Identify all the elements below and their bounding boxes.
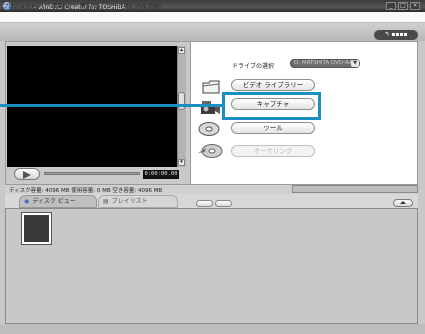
scroll-thumb[interactable] [178,92,185,110]
close-icon[interactable]: × [410,2,420,10]
burn-disc-icon [197,143,223,159]
timecode-display: 0:00:00.00 [143,170,179,179]
capture-highlight-frame [222,92,321,120]
seek-bar[interactable] [44,172,140,175]
drive-select-value: D: MATSHITA DVD-RAM [294,60,358,66]
menu-view[interactable]: 表示(V) [80,2,99,10]
toolbar-band [0,23,425,41]
tool-button[interactable]: ツール [231,122,315,134]
menu-bar [0,12,425,23]
tab-disc-view-label: ディスク ビュー [32,198,76,205]
authoring-button[interactable]: オーサリング [231,145,315,157]
scroll-up-icon[interactable]: ▴ [178,47,185,54]
nav-pill-left[interactable] [196,200,213,207]
clip-thumbnail-image [24,215,49,242]
disc-view-area [5,208,418,324]
disc-icon [198,121,220,137]
scroll-down-icon[interactable]: ▾ [178,159,185,166]
eject-button[interactable] [393,199,413,207]
nav-pill-right[interactable] [215,200,232,207]
folder-icon [201,79,221,95]
capacity-meter [292,185,418,193]
menu-project[interactable]: プロジェクト(P) [3,2,44,10]
menu-edit[interactable]: 編集(E) [52,2,71,10]
play-icon [23,171,31,179]
video-library-button[interactable]: ビデオ ライブラリー [231,79,315,91]
minimize-icon[interactable]: _ [386,2,396,10]
disc-capacity-text: ディスク容量: 4096 MB 使用容量: 0 MB 空き容量: 4096 MB [9,188,163,194]
return-button[interactable]: ↰ ▪▪▪▪ [374,30,418,40]
tab-playlist[interactable]: ▤ プレイリスト [98,195,178,208]
menu-help[interactable]: ヘルプ(H) [136,2,161,10]
window-bottom-edge [0,324,425,334]
disc-view-icon: ◉ [24,198,30,205]
maximize-icon[interactable]: □ [398,2,408,10]
menu-tools[interactable]: ツール(T) [107,2,131,10]
tab-playlist-label: プレイリスト [111,198,148,205]
playlist-icon: ▤ [103,198,109,205]
drive-select-label: ドライブの選択 [232,63,275,70]
tab-disc-view[interactable]: ◉ ディスク ビュー [19,195,97,208]
camera-icon [199,100,221,117]
chevron-down-icon[interactable]: ▼ [351,60,359,67]
callout-line [0,104,222,107]
